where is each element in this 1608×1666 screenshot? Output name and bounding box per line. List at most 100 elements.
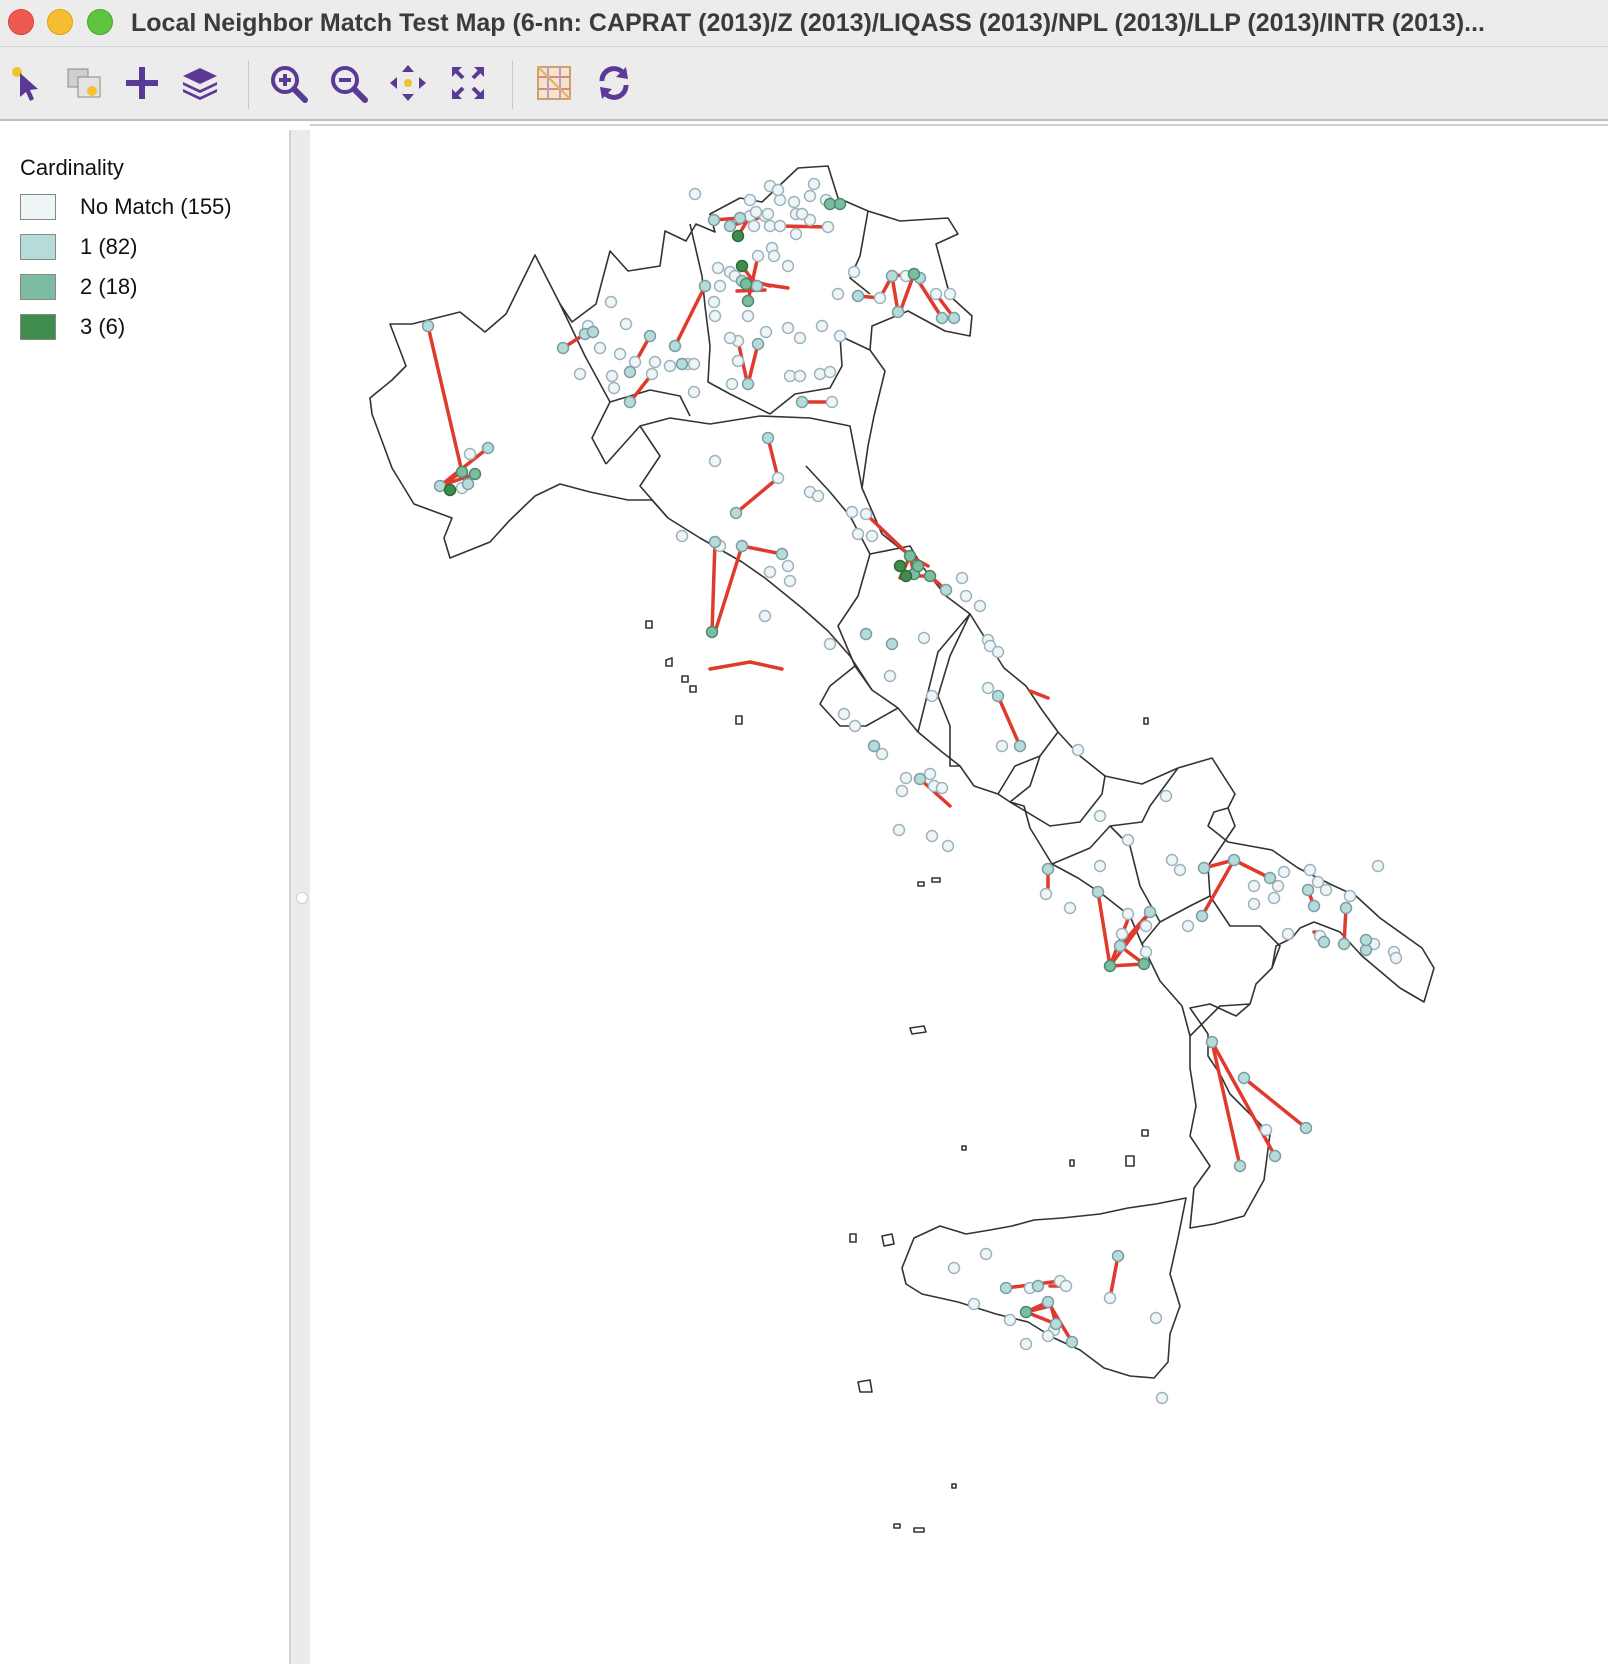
zoom-in-button[interactable] [266,61,310,105]
point-no-match[interactable] [811,489,825,503]
point-cardinality-1[interactable] [1041,1295,1055,1309]
point-no-match[interactable] [1371,859,1385,873]
point-no-match[interactable] [967,1297,981,1311]
point-cardinality-1[interactable] [1359,933,1373,947]
point-no-match[interactable] [837,707,851,721]
point-no-match[interactable] [573,367,587,381]
point-cardinality-1[interactable] [421,319,435,333]
point-cardinality-2[interactable] [468,467,482,481]
point-cardinality-1[interactable] [586,325,600,339]
point-no-match[interactable] [1343,889,1357,903]
point-cardinality-1[interactable] [947,311,961,325]
point-cardinality-1[interactable] [735,539,749,553]
point-cardinality-2[interactable] [911,559,925,573]
point-cardinality-1[interactable] [1013,739,1027,753]
point-no-match[interactable] [807,177,821,191]
select-tool-button[interactable] [6,61,50,105]
point-no-match[interactable] [767,249,781,263]
point-cardinality-1[interactable] [761,431,775,445]
point-cardinality-1[interactable] [885,269,899,283]
point-no-match[interactable] [731,354,745,368]
point-cardinality-1[interactable] [859,627,873,641]
point-no-match[interactable] [923,767,937,781]
point-no-match[interactable] [991,645,1005,659]
point-cardinality-1[interactable] [1197,861,1211,875]
point-cardinality-1[interactable] [481,441,495,455]
point-no-match[interactable] [793,331,807,345]
point-no-match[interactable] [851,527,865,541]
point-no-match[interactable] [959,589,973,603]
point-cardinality-1[interactable] [643,329,657,343]
point-no-match[interactable] [859,507,873,521]
point-no-match[interactable] [1019,1337,1033,1351]
point-no-match[interactable] [883,669,897,683]
point-cardinality-1[interactable] [1233,1159,1247,1173]
point-no-match[interactable] [1267,891,1281,905]
point-no-match[interactable] [831,287,845,301]
point-no-match[interactable] [1319,883,1333,897]
point-no-match[interactable] [749,205,763,219]
point-no-match[interactable] [723,331,737,345]
point-cardinality-3[interactable] [893,559,907,573]
minimize-window-button[interactable] [47,9,73,35]
point-no-match[interactable] [825,395,839,409]
point-cardinality-3[interactable] [735,259,749,273]
point-cardinality-1[interactable] [461,477,475,491]
copy-image-button[interactable] [62,61,106,105]
point-cardinality-1[interactable] [935,311,949,325]
point-no-match[interactable] [1247,879,1261,893]
point-no-match[interactable] [781,259,795,273]
point-no-match[interactable] [1259,1123,1273,1137]
point-cardinality-1[interactable] [885,637,899,651]
point-no-match[interactable] [981,681,995,695]
point-no-match[interactable] [1139,945,1153,959]
point-no-match[interactable] [645,367,659,381]
point-cardinality-2[interactable] [1103,959,1117,973]
point-no-match[interactable] [795,207,809,221]
point-cardinality-1[interactable] [723,219,737,233]
point-no-match[interactable] [847,265,861,279]
point-cardinality-1[interactable] [867,739,881,753]
point-no-match[interactable] [1139,919,1153,933]
point-cardinality-1[interactable] [795,395,809,409]
point-cardinality-1[interactable] [707,213,721,227]
point-no-match[interactable] [1389,951,1403,965]
point-no-match[interactable] [865,529,879,543]
point-cardinality-1[interactable] [1031,1279,1045,1293]
map-canvas[interactable] [310,124,1608,1666]
point-cardinality-1[interactable] [775,547,789,561]
point-cardinality-1[interactable] [1299,1121,1313,1135]
point-no-match[interactable] [711,261,725,275]
point-no-match[interactable] [713,279,727,293]
point-no-match[interactable] [604,295,618,309]
point-no-match[interactable] [925,829,939,843]
point-cardinality-1[interactable] [1205,1035,1219,1049]
point-no-match[interactable] [1155,1391,1169,1405]
point-no-match[interactable] [463,447,477,461]
splitter-handle[interactable] [296,892,308,904]
point-cardinality-2[interactable] [907,267,921,281]
point-no-match[interactable] [1165,853,1179,867]
point-no-match[interactable] [995,739,1009,753]
point-no-match[interactable] [619,317,633,331]
point-cardinality-1[interactable] [1049,1317,1063,1331]
point-cardinality-1[interactable] [750,279,764,293]
point-no-match[interactable] [1173,863,1187,877]
point-cardinality-1[interactable] [1143,905,1157,919]
point-no-match[interactable] [947,1261,961,1275]
point-cardinality-1[interactable] [741,377,755,391]
point-cardinality-1[interactable] [1065,1335,1079,1349]
point-cardinality-3[interactable] [731,229,745,243]
point-cardinality-3[interactable] [443,483,457,497]
point-no-match[interactable] [892,823,906,837]
point-no-match[interactable] [781,559,795,573]
point-no-match[interactable] [833,329,847,343]
point-cardinality-1[interactable] [1307,899,1321,913]
point-no-match[interactable] [1041,1329,1055,1343]
panel-splitter[interactable] [290,130,311,1664]
point-cardinality-1[interactable] [708,535,722,549]
point-cardinality-1[interactable] [1237,1071,1251,1085]
zoom-window-button[interactable] [87,9,113,35]
point-cardinality-1[interactable] [556,341,570,355]
point-no-match[interactable] [1115,927,1129,941]
